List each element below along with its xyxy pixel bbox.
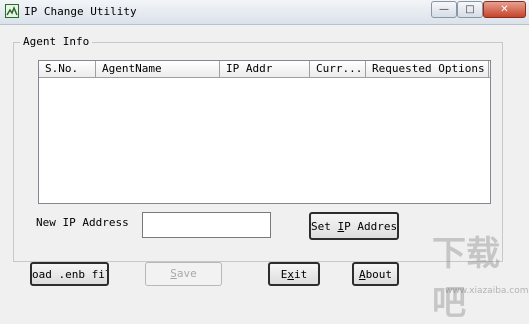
column-agent-name[interactable]: AgentName: [96, 61, 220, 77]
close-button[interactable]: ✕: [483, 1, 526, 18]
about-label-post: bout: [365, 268, 393, 281]
agent-info-label: Agent Info: [20, 35, 93, 48]
about-label-accel: A: [358, 268, 366, 281]
new-ip-address-label: New IP Address: [36, 216, 129, 229]
column-current[interactable]: Curr...: [310, 61, 366, 77]
set-ip-label-post: P Address: [344, 220, 399, 233]
column-sno[interactable]: S.No.: [39, 61, 96, 77]
load-enb-file-button[interactable]: oad .enb fil: [30, 262, 109, 286]
app-icon: [5, 4, 19, 18]
exit-label-post: it: [294, 268, 308, 281]
save-button[interactable]: Save: [145, 262, 222, 286]
about-button[interactable]: About: [352, 262, 399, 286]
window-title: IP Change Utility: [24, 5, 137, 18]
title-bar[interactable]: IP Change Utility — □ ✕: [0, 0, 529, 25]
save-label-accel: S: [170, 267, 177, 280]
minimize-button[interactable]: —: [431, 1, 457, 18]
watermark-url: www.xiazaiba.com: [445, 286, 529, 296]
save-label-post: ave: [176, 267, 197, 280]
column-requested-options[interactable]: Requested Options: [366, 61, 489, 77]
agent-list[interactable]: S.No. AgentName IP Addr Curr... Requeste…: [38, 60, 491, 204]
exit-button[interactable]: Exit: [268, 262, 320, 286]
column-ip-addr[interactable]: IP Addr: [220, 61, 310, 77]
new-ip-address-input[interactable]: [142, 212, 271, 238]
watermark-logo: 下载吧: [432, 234, 500, 323]
set-ip-label-pre: Set: [311, 220, 338, 233]
agent-list-header: S.No. AgentName IP Addr Curr... Requeste…: [39, 61, 490, 78]
exit-label-accel: x: [287, 268, 294, 281]
set-ip-address-button[interactable]: Set IP Address: [309, 212, 399, 240]
maximize-button[interactable]: □: [457, 1, 483, 18]
